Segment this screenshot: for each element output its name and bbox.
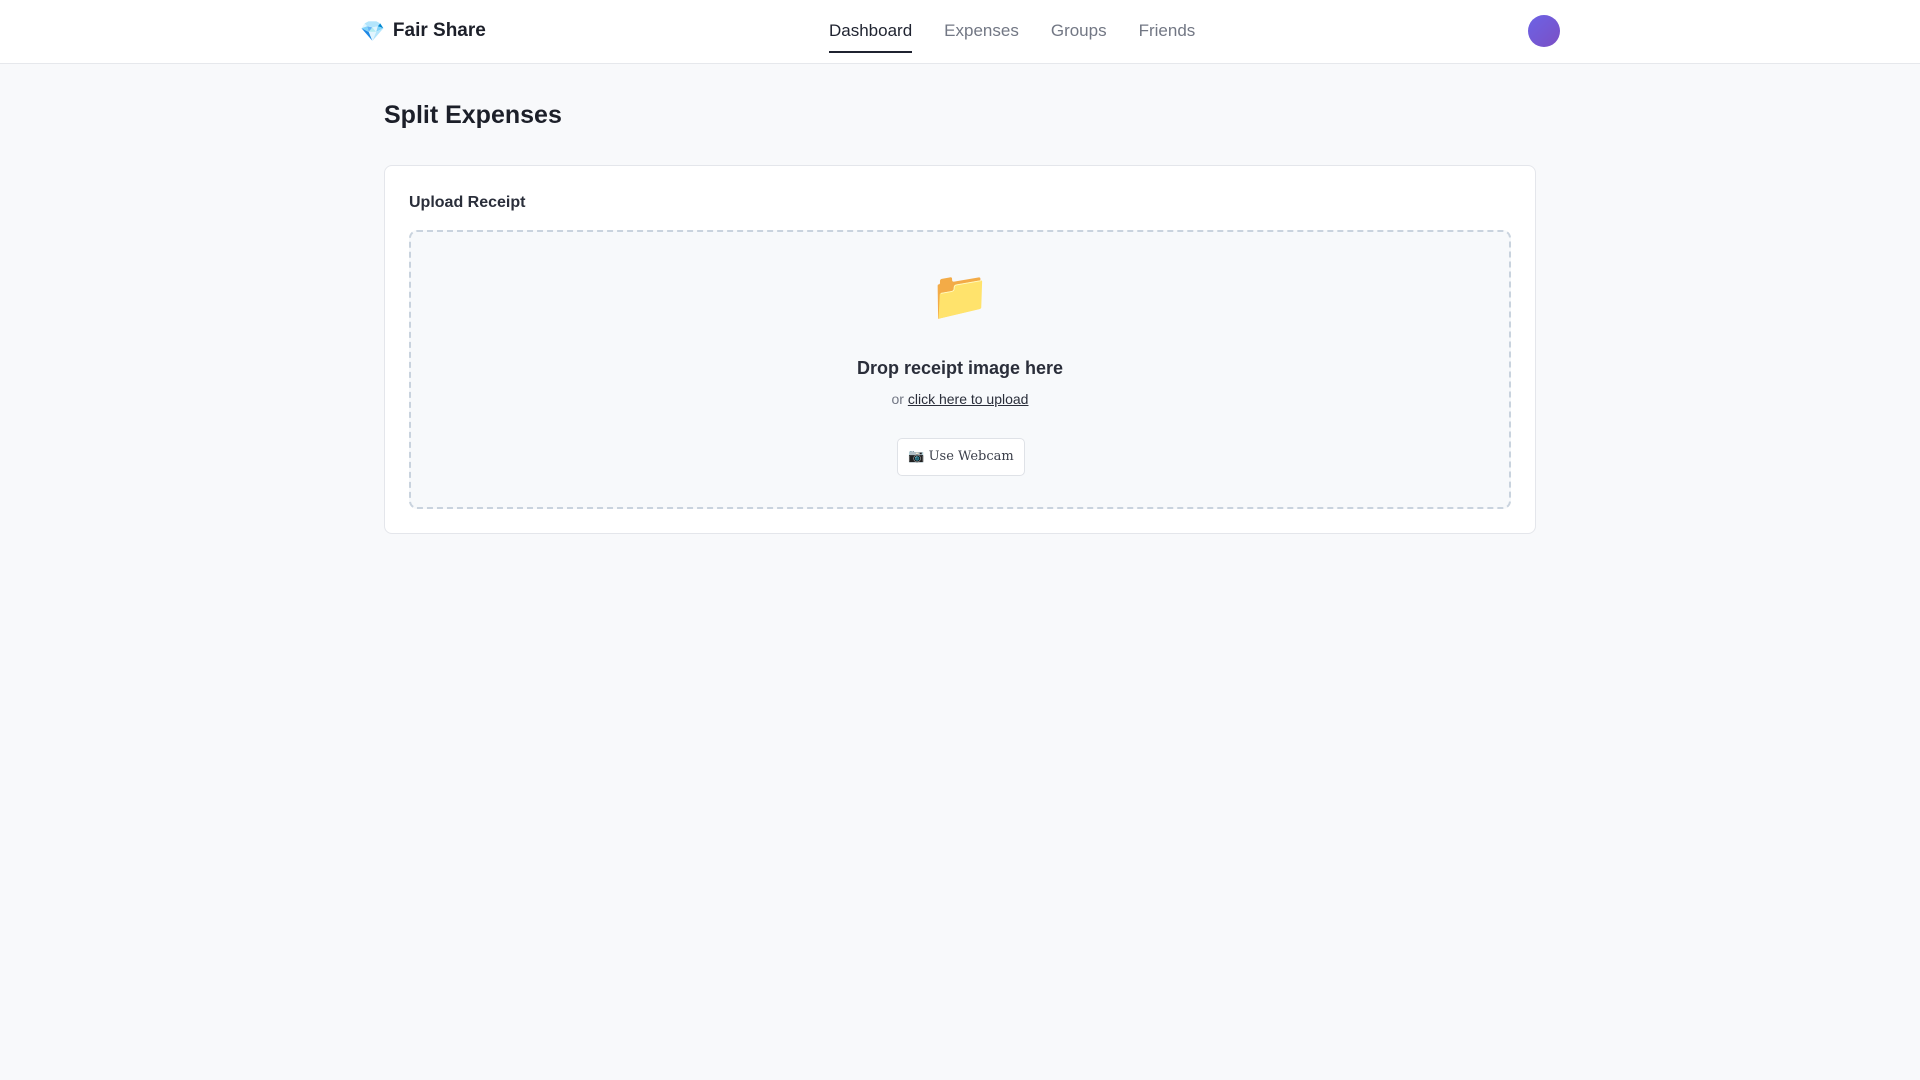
drop-subtext: or click here to upload [411, 389, 1509, 409]
main-nav: Dashboard Expenses Groups Friends [829, 0, 1195, 64]
or-text: or [891, 391, 904, 407]
folder-icon: 📁 [930, 268, 990, 324]
nav-item-groups[interactable]: Groups [1051, 0, 1107, 53]
use-webcam-button[interactable]: 📷 Use Webcam [897, 438, 1025, 476]
receipt-dropzone[interactable]: 📁 Drop receipt image here or click here … [409, 230, 1511, 509]
upload-link[interactable]: click here to upload [908, 391, 1029, 407]
drop-heading: Drop receipt image here [856, 358, 1064, 378]
top-navigation-bar: 💎 Fair Share Dashboard Expenses Groups F… [0, 0, 1920, 64]
brand-name: Fair Share [392, 20, 486, 41]
card-title: Upload Receipt [409, 194, 526, 211]
brand-logo[interactable]: 💎 Fair Share [360, 19, 486, 43]
nav-item-dashboard[interactable]: Dashboard [829, 0, 913, 53]
nav-item-friends[interactable]: Friends [1139, 0, 1196, 53]
nav-item-expenses[interactable]: Expenses [944, 0, 1019, 53]
page-title: Split Expenses [384, 101, 562, 129]
upload-receipt-card: Upload Receipt 📁 Drop receipt image here… [384, 165, 1536, 534]
gem-icon: 💎 [360, 19, 385, 43]
user-avatar[interactable] [1528, 15, 1560, 47]
